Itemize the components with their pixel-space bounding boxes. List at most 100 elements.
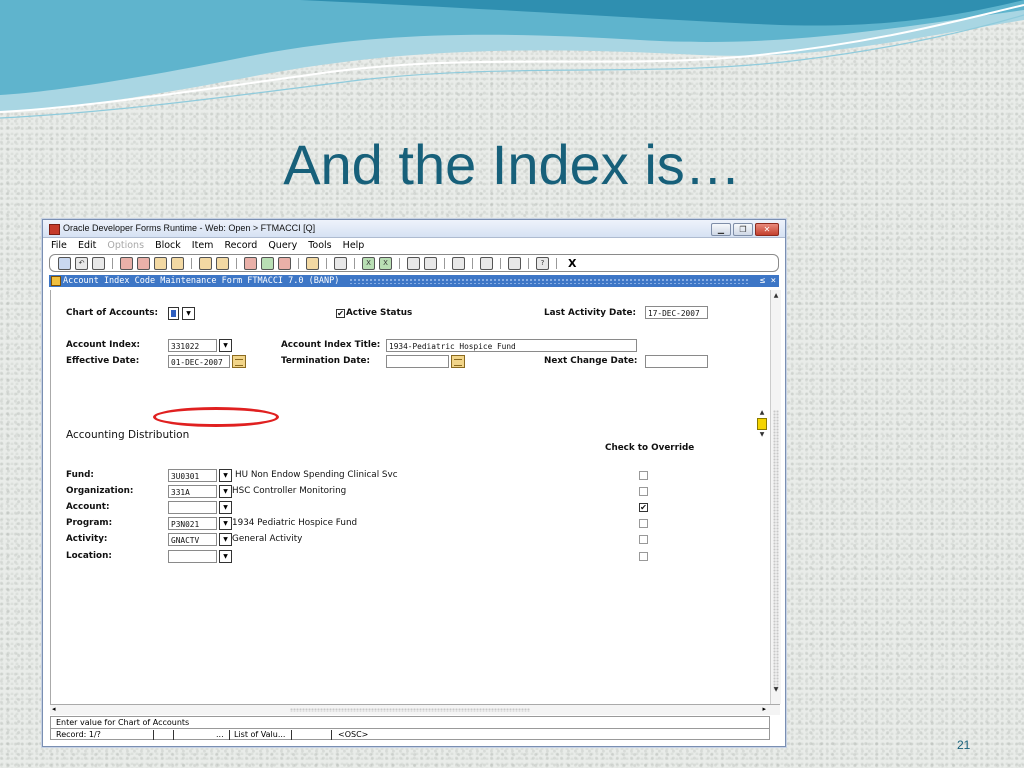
list-values-icon[interactable]: X <box>362 256 375 270</box>
execute-query-icon[interactable] <box>216 256 229 270</box>
window-controls: ▁ ❐ ✕ <box>711 223 779 236</box>
program-override-checkbox[interactable] <box>639 519 648 528</box>
status-osc: <OSC> <box>338 730 369 739</box>
organization-override-checkbox[interactable] <box>639 487 648 496</box>
account-index-label: Account Index: <box>66 340 141 350</box>
accounting-distribution-title: Accounting Distribution <box>66 429 190 441</box>
account-index-dropdown[interactable]: ▼ <box>219 339 232 352</box>
scroll-thumb[interactable] <box>757 418 767 430</box>
minimize-icon[interactable]: ▁ <box>711 223 731 236</box>
account-index-title-field[interactable]: 1934-Pediatric Hospice Fund <box>386 339 637 352</box>
vertical-scrollbar[interactable]: ▲ ▼ <box>770 290 781 704</box>
location-label: Location: <box>66 551 112 561</box>
toolbar-divider <box>326 257 327 269</box>
edit-field-icon[interactable]: X <box>379 256 392 270</box>
chart-of-accounts-field[interactable] <box>168 307 179 320</box>
scroll-down-arrow-icon[interactable]: ▼ <box>772 686 780 694</box>
chart-of-accounts-dropdown[interactable]: ▼ <box>182 307 195 320</box>
termination-date-label: Termination Date: <box>281 356 371 366</box>
horizontal-scroll-track[interactable] <box>290 708 530 712</box>
account-label: Account: <box>66 502 110 512</box>
scroll-up-arrow-icon[interactable]: ▲ <box>772 292 780 300</box>
scroll-right-arrow-icon[interactable]: ▸ <box>762 705 766 713</box>
program-dropdown[interactable]: ▼ <box>219 517 232 530</box>
menu-block[interactable]: Block <box>155 240 181 251</box>
duplicate-record-icon[interactable] <box>261 256 274 270</box>
horizontal-scrollbar[interactable]: ◂ ▸ <box>50 704 780 715</box>
toolbar-divider <box>236 257 237 269</box>
next-record-icon[interactable] <box>171 256 184 270</box>
last-activity-date-field[interactable]: 17-DEC-2007 <box>645 306 708 319</box>
fund-dropdown[interactable]: ▼ <box>219 469 232 482</box>
next-block-icon[interactable] <box>137 256 150 270</box>
sound-icon[interactable] <box>452 256 465 270</box>
activity-dropdown[interactable]: ▼ <box>219 533 232 546</box>
close-icon[interactable]: ✕ <box>755 223 779 236</box>
effective-date-calendar-icon[interactable] <box>232 355 246 368</box>
chart-of-accounts-label: Chart of Accounts: <box>66 308 158 318</box>
menu-query[interactable]: Query <box>268 240 297 251</box>
account-dropdown[interactable]: ▼ <box>219 501 232 514</box>
location-dropdown[interactable]: ▼ <box>219 550 232 563</box>
menu-edit[interactable]: Edit <box>78 240 96 251</box>
account-index-title-label: Account Index Title: <box>281 340 381 350</box>
item-help-icon[interactable] <box>424 256 437 270</box>
effective-date-field[interactable]: 01-DEC-2007 <box>168 355 230 368</box>
organization-field[interactable]: 331A <box>168 485 217 498</box>
termination-date-field[interactable] <box>386 355 449 368</box>
scroll-down-icon[interactable]: ▼ <box>757 430 767 440</box>
enter-query-icon[interactable] <box>199 256 212 270</box>
insert-record-icon[interactable] <box>244 256 257 270</box>
termination-date-calendar-icon[interactable] <box>451 355 465 368</box>
menu-help[interactable]: Help <box>343 240 365 251</box>
account-index-field[interactable]: 331022 <box>168 339 217 352</box>
form-canvas: Chart of Accounts: ▼ ✔ Active Status Las… <box>50 290 771 704</box>
previous-block-icon[interactable] <box>120 256 133 270</box>
print-page-icon[interactable] <box>92 256 105 270</box>
toolbar-divider <box>528 257 529 269</box>
status-record: Record: 1/? <box>56 730 101 739</box>
vertical-scroll-track[interactable] <box>773 410 779 690</box>
fund-field[interactable]: 3U0301 <box>168 469 217 482</box>
toolbar-divider <box>191 257 192 269</box>
scroll-up-icon[interactable]: ▲ <box>757 408 767 418</box>
help-icon[interactable]: ? <box>536 256 549 270</box>
organization-dropdown[interactable]: ▼ <box>219 485 232 498</box>
print-icon[interactable] <box>334 256 347 270</box>
form-window-controls[interactable]: ≤ × <box>760 275 776 287</box>
restore-icon[interactable]: ❐ <box>733 223 753 236</box>
menu-record[interactable]: Record <box>224 240 257 251</box>
block-help-icon[interactable] <box>407 256 420 270</box>
previous-record-icon[interactable] <box>154 256 167 270</box>
remove-record-icon[interactable] <box>278 256 291 270</box>
toolbar-divider <box>354 257 355 269</box>
clear-form-icon[interactable] <box>306 256 319 270</box>
menu-file[interactable]: File <box>51 240 67 251</box>
tree-icon[interactable] <box>508 256 521 270</box>
status-hint-line: Enter value for Chart of Accounts <box>50 716 770 728</box>
location-override-checkbox[interactable] <box>639 552 648 561</box>
fund-label: Fund: <box>66 470 94 480</box>
menu-tools[interactable]: Tools <box>308 240 331 251</box>
activity-field[interactable]: GNACTV <box>168 533 217 546</box>
rollback-icon[interactable]: ↶ <box>75 256 88 270</box>
program-field[interactable]: P3N021 <box>168 517 217 530</box>
gear-icon[interactable] <box>480 256 493 270</box>
record-scroller[interactable]: ▲ ▼ <box>757 408 767 442</box>
active-status-checkbox[interactable]: ✔ <box>336 309 345 318</box>
scroll-left-arrow-icon[interactable]: ◂ <box>52 705 56 713</box>
account-override-checkbox[interactable]: ✔ <box>639 503 648 512</box>
save-icon[interactable] <box>58 256 71 270</box>
next-change-date-field[interactable] <box>645 355 708 368</box>
oracle-app-icon <box>49 224 60 235</box>
location-field[interactable] <box>168 550 217 563</box>
menu-item[interactable]: Item <box>192 240 214 251</box>
status-divider <box>229 730 230 740</box>
status-divider <box>291 730 292 740</box>
fund-override-checkbox[interactable] <box>639 471 648 480</box>
menu-options[interactable]: Options <box>107 240 144 251</box>
account-field[interactable] <box>168 501 217 514</box>
activity-override-checkbox[interactable] <box>639 535 648 544</box>
window-titlebar: Oracle Developer Forms Runtime - Web: Op… <box>43 220 785 238</box>
exit-button[interactable]: X <box>568 257 576 270</box>
